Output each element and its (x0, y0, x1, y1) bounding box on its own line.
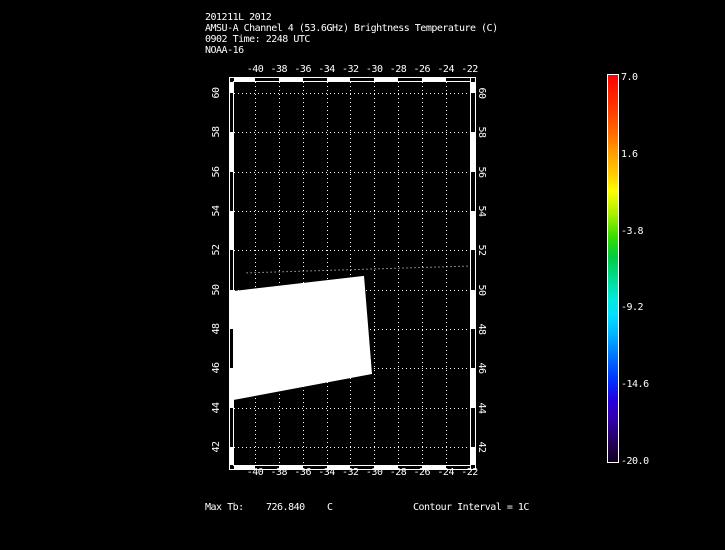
y-tick-label-right: 52 (476, 244, 487, 256)
colorbar-tick-label: 7.0 (621, 72, 638, 83)
x-tick-label-top: -34 (318, 64, 335, 75)
x-tick-label-top: -30 (365, 64, 383, 75)
x-tick-label-top: -32 (342, 64, 359, 75)
header-satellite: NOAA-16 (205, 45, 244, 56)
plot-title: AMSU-A Channel 4 (53.6GHz) Brightness Te… (205, 23, 498, 34)
y-tick-label-left: 54 (211, 205, 222, 217)
y-tick-label-left: 44 (211, 402, 222, 414)
y-tick-label-right: 46 (476, 362, 487, 374)
x-tick-label-top: -36 (294, 64, 311, 75)
y-tick-label-right: 50 (476, 284, 487, 296)
colorbar-gradient (608, 75, 618, 462)
y-tick-label-left: 58 (211, 126, 222, 138)
y-tick-label-right: 56 (476, 166, 487, 178)
y-tick-label-left: 60 (211, 87, 222, 99)
colorbar-tick-label: -3.8 (621, 225, 644, 237)
swath-edge-dotted-line (246, 265, 470, 274)
max-tb-unit: C (327, 502, 333, 513)
y-tick-label-left: 46 (211, 362, 222, 374)
y-tick-label-right: 60 (476, 87, 487, 99)
y-tick-label-left: 48 (211, 323, 222, 335)
x-tick-label-top: -28 (389, 64, 407, 75)
swath-polygon (234, 275, 372, 400)
y-tick-label-right: 44 (476, 402, 487, 414)
swath-overlay (234, 265, 470, 400)
y-tick-label-left: 42 (211, 441, 222, 453)
y-tick-label-right: 42 (476, 441, 487, 453)
x-tick-label-top: -24 (437, 64, 454, 75)
y-tick-label-right: 58 (476, 126, 487, 138)
y-tick-label-left: 50 (211, 284, 222, 296)
screen: 201211L 2012 AMSU-A Channel 4 (53.6GHz) … (0, 0, 725, 550)
x-tick-label-top: -38 (270, 64, 288, 75)
colorbar-tick-label: 1.6 (621, 148, 638, 160)
header-dataset-id: 201211L 2012 (205, 12, 272, 23)
x-tick-label-top: -40 (246, 64, 264, 75)
x-tick-label-top: -22 (461, 64, 478, 75)
colorbar-tick-label: -20.0 (621, 456, 649, 467)
colorbar-tick-label: -14.6 (621, 379, 649, 391)
y-tick-label-right: 48 (476, 323, 487, 335)
y-tick-label-right: 54 (476, 205, 487, 217)
y-tick-label-left: 52 (211, 244, 222, 256)
x-tick-label-top: -26 (413, 64, 431, 75)
header-time-label: 0902 Time: 2248 UTC (205, 34, 310, 45)
y-tick-label-left: 56 (211, 166, 222, 178)
max-tb-label: Max Tb: (205, 502, 244, 513)
contour-interval-label: Contour Interval = 1C (413, 502, 529, 513)
colorbar-tick-label: -9.2 (621, 302, 644, 314)
max-tb-value: 726.840 (266, 502, 305, 513)
